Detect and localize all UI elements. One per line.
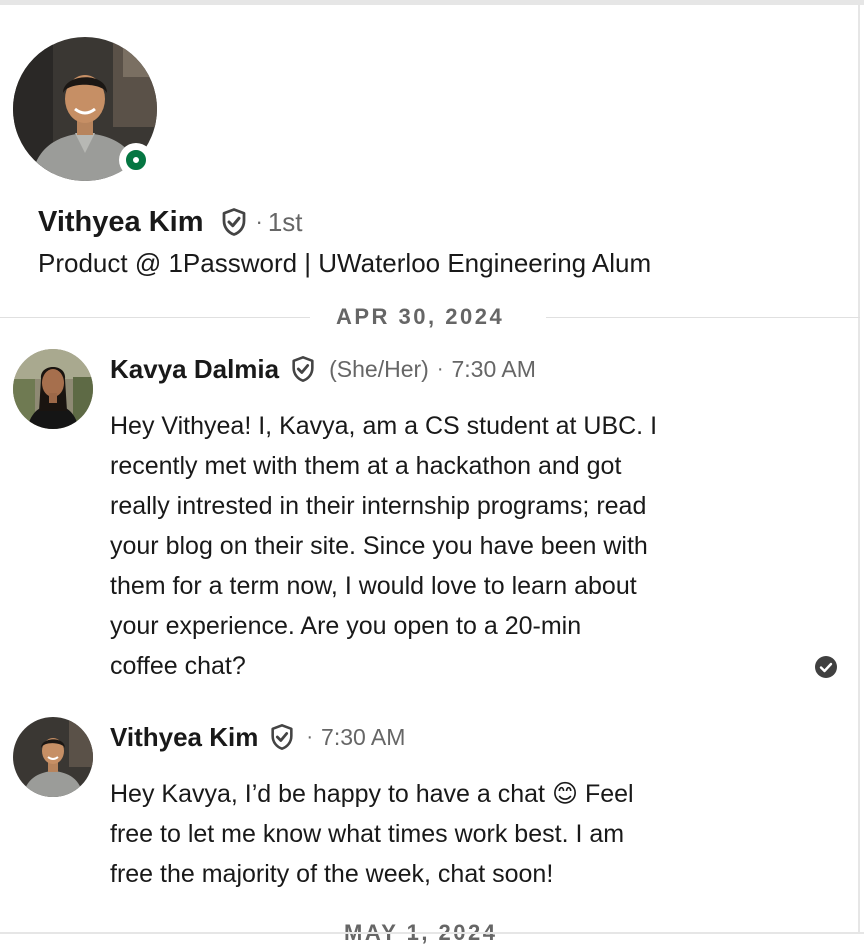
date-divider: APR 30, 2024 xyxy=(0,302,860,332)
message-timestamp: 7:30 AM xyxy=(451,355,536,382)
message-line: recently met with them at a hackathon an… xyxy=(110,452,622,480)
separator-dot: · xyxy=(436,357,444,380)
sender-photo xyxy=(13,349,93,429)
divider-line-right xyxy=(546,317,860,318)
message-line: free to let me know what times work best… xyxy=(110,820,625,848)
message-sender-name[interactable]: Kavya Dalmia xyxy=(110,354,279,385)
window-right-border xyxy=(858,0,860,934)
verified-shield-icon xyxy=(289,355,317,383)
message-line: coffee chat? xyxy=(110,652,246,680)
message-line: your blog on their site. Since you have … xyxy=(110,532,648,560)
message-line: free the majority of the week, chat soon… xyxy=(110,860,554,888)
window-top-border xyxy=(0,0,864,5)
online-status-indicator xyxy=(119,143,153,177)
message-line: really intrested in their internship pro… xyxy=(110,492,647,520)
message-line: them for a term now, I would love to lea… xyxy=(110,572,637,600)
message-sender-name[interactable]: Vithyea Kim xyxy=(110,722,258,753)
divider-line-left xyxy=(0,317,310,318)
profile-name[interactable]: Vithyea Kim xyxy=(38,206,203,239)
sender-pronouns: (She/Her) xyxy=(329,355,429,382)
online-ring-icon xyxy=(126,150,146,170)
verified-shield-icon xyxy=(268,723,296,751)
message-body: Hey Kavya, I’d be happy to have a chat 😊… xyxy=(110,774,750,894)
message-header: Kavya Dalmia (She/Her) · 7:30 AM xyxy=(110,352,536,386)
message-body: Hey Vithyea! I, Kavya, am a CS student a… xyxy=(110,406,750,686)
check-circle-icon xyxy=(815,656,837,678)
message-line: your experience. Are you open to a 20-mi… xyxy=(110,612,582,640)
verified-shield-icon xyxy=(219,207,249,237)
sender-avatar[interactable] xyxy=(13,717,93,797)
message-timestamp: 7:30 AM xyxy=(321,723,406,750)
separator-dot: · xyxy=(255,209,263,234)
date-label: APR 30, 2024 xyxy=(336,304,505,329)
sender-photo xyxy=(13,717,93,797)
message-line: Hey Vithyea! I, Kavya, am a CS student a… xyxy=(110,412,658,440)
message-line: Hey Kavya, I’d be happy to have a chat 😊… xyxy=(110,780,634,808)
message-header: Vithyea Kim · 7:30 AM xyxy=(110,720,405,754)
separator-dot: · xyxy=(306,725,314,748)
connection-degree: 1st xyxy=(267,206,303,237)
sender-avatar[interactable] xyxy=(13,349,93,429)
profile-name-row: Vithyea Kim · 1st xyxy=(38,202,303,242)
profile-headline: Product @ 1Password | UWaterloo Engineer… xyxy=(38,248,652,278)
